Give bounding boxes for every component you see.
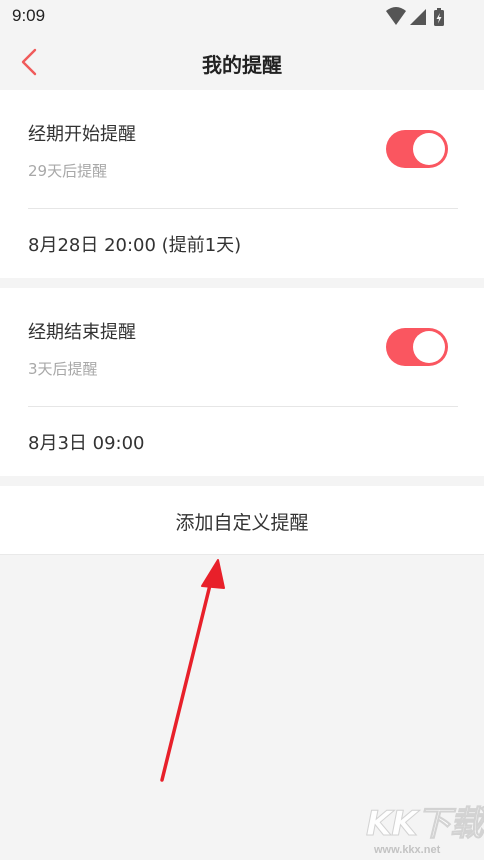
- reminder-header-row: 经期结束提醒 3天后提醒: [0, 288, 484, 406]
- toggle-knob: [413, 331, 445, 363]
- status-time: 9:09: [12, 6, 46, 25]
- battery-charging-icon: [434, 8, 444, 26]
- reminder-time: 8月28日 20:00 (提前1天): [28, 235, 242, 256]
- watermark-logo: KK下载 www.kkx.net: [366, 806, 484, 858]
- add-custom-reminder-button[interactable]: 添加自定义提醒: [0, 486, 484, 555]
- wifi-icon: [386, 7, 406, 25]
- reminder-countdown: 29天后提醒: [28, 162, 108, 180]
- status-bar: 9:09: [0, 0, 484, 34]
- reminder-card-period-end: 经期结束提醒 3天后提醒 8月3日 09:00: [0, 288, 484, 476]
- period-start-toggle[interactable]: [386, 130, 448, 168]
- reminder-header-row: 经期开始提醒 29天后提醒: [0, 90, 484, 208]
- reminder-time-row[interactable]: 8月3日 09:00: [0, 407, 484, 476]
- reminder-time: 8月3日 09:00: [28, 433, 145, 454]
- toggle-knob: [413, 133, 445, 165]
- reminder-card-period-start: 经期开始提醒 29天后提醒 8月28日 20:00 (提前1天): [0, 90, 484, 278]
- nav-bar: 我的提醒: [0, 34, 484, 90]
- status-icons: [386, 7, 444, 26]
- signal-icon: [410, 9, 426, 25]
- page-title: 我的提醒: [202, 53, 282, 77]
- watermark-url: www.kkx.net: [374, 844, 441, 856]
- period-end-toggle[interactable]: [386, 328, 448, 366]
- add-custom-reminder-label: 添加自定义提醒: [175, 512, 309, 534]
- reminder-title: 经期开始提醒: [28, 124, 136, 145]
- reminder-time-row[interactable]: 8月28日 20:00 (提前1天): [0, 209, 484, 278]
- reminder-title: 经期结束提醒: [28, 322, 136, 343]
- reminder-countdown: 3天后提醒: [28, 360, 98, 378]
- watermark-text: KK下载: [366, 804, 484, 844]
